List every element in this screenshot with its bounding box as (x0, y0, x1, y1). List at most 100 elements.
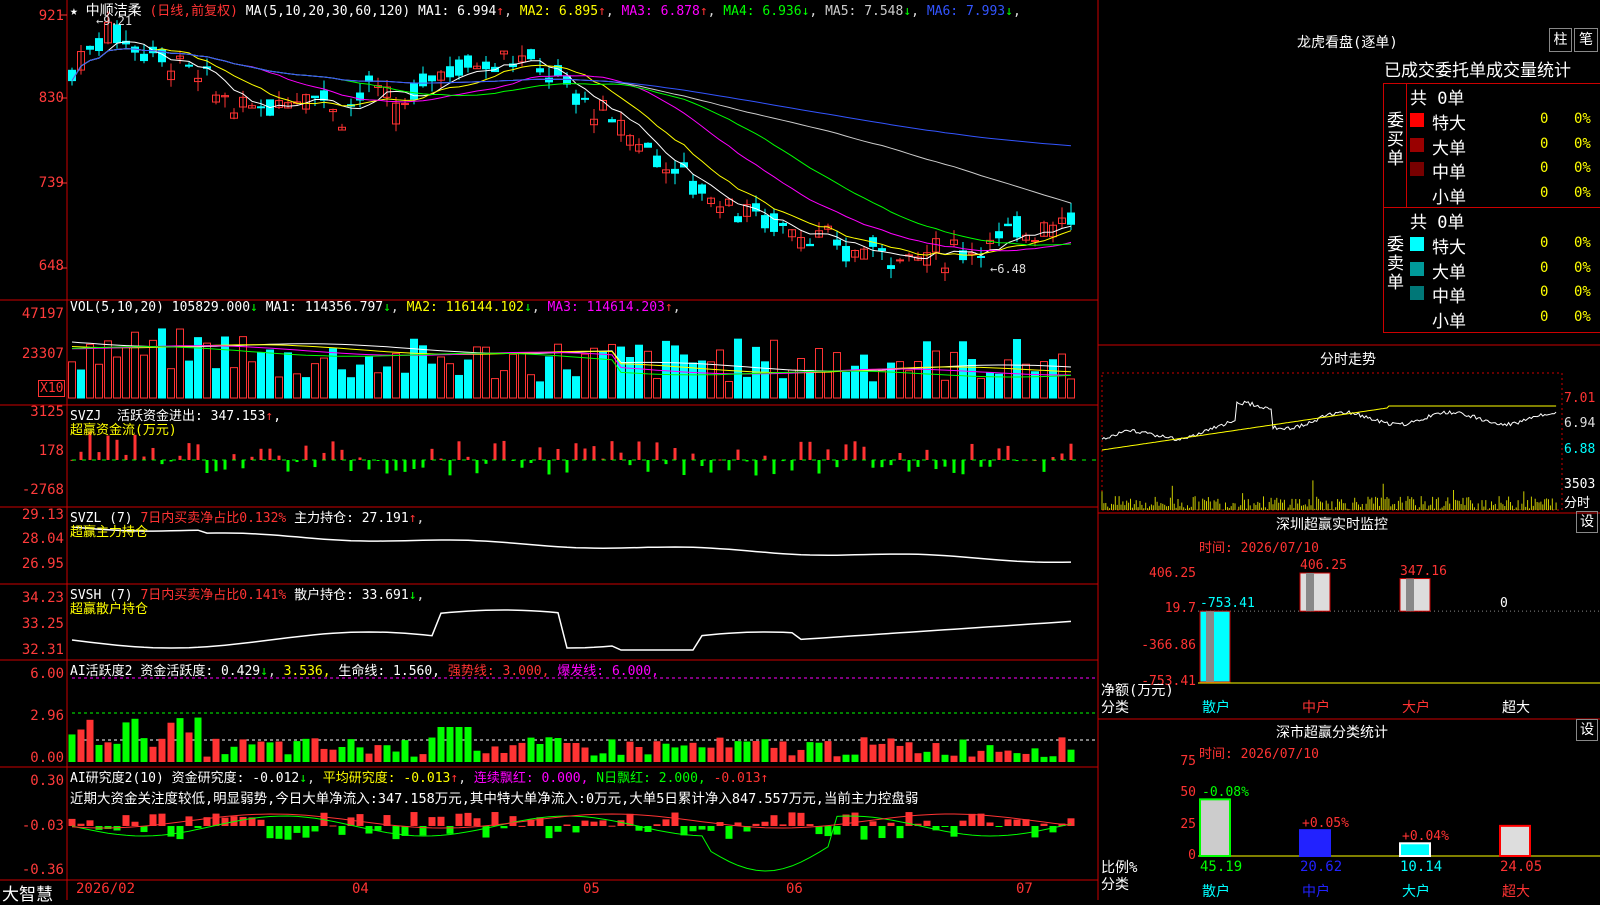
research-bar (761, 821, 769, 826)
order-count: 0 (1540, 184, 1549, 201)
flow-bar (124, 454, 128, 460)
candle-body (644, 142, 652, 148)
flow-bar (655, 442, 659, 460)
candle-body (1067, 212, 1075, 225)
research-bar (212, 813, 220, 826)
order-size-label: 大单 (1432, 262, 1466, 283)
research-bar (122, 815, 130, 826)
flow-bar (322, 452, 326, 460)
research-bar (896, 826, 904, 839)
volume-bar (896, 361, 904, 399)
research-bar (599, 820, 607, 826)
flow-bar (520, 460, 524, 468)
volume-bar (266, 349, 274, 399)
ai2-tick: -0.03 (21, 818, 64, 834)
research-bar (608, 825, 616, 827)
flow-bar (133, 434, 137, 460)
volume-bar (1049, 359, 1057, 399)
research-bar (518, 825, 526, 827)
ai2-tick: -0.36 (21, 862, 64, 878)
volume-bar (320, 357, 328, 399)
candle-body (977, 255, 985, 258)
flow-bar (187, 443, 191, 460)
activity-bar (1022, 753, 1030, 762)
activity-bar (815, 742, 823, 762)
flow-bar (196, 444, 200, 460)
activity-bar (995, 751, 1003, 762)
ma-label: MA1: (418, 4, 450, 19)
flow-bar (304, 445, 308, 460)
intraday-tick: 6.94 (1564, 416, 1596, 431)
flow-bar (853, 441, 857, 460)
volume-bar (383, 366, 391, 399)
activity-bar (1058, 737, 1066, 762)
research-bar (545, 826, 553, 839)
flow-bar (871, 460, 875, 468)
activity-bar (1004, 750, 1012, 762)
research-bar (779, 824, 787, 826)
research-bar (563, 824, 571, 826)
research-bar (1013, 819, 1021, 826)
order-count: 0 (1540, 284, 1549, 300)
activity-bar (509, 745, 517, 762)
research-bar (257, 819, 265, 826)
flow-bar (736, 449, 740, 460)
research-bar (788, 812, 796, 826)
activity-bar (203, 756, 211, 762)
activity-bar (212, 738, 220, 762)
ai1-header: AI活跃度2 资金活跃度: 0.429↓, 3.536, 生命线: 1.560,… (70, 664, 659, 679)
svzj-sub: 超赢资金流(万元) (70, 423, 177, 438)
sz-monitor-time: 时间: 2026/07/10 (1199, 541, 1319, 556)
intraday-price-line (1101, 400, 1557, 442)
flow-bar (268, 448, 272, 460)
monitor-category-label: 超大 (1502, 700, 1530, 716)
flow-bar (349, 460, 353, 471)
activity-bar (239, 739, 247, 762)
flow-bar (214, 460, 218, 472)
activity-bar (140, 738, 148, 762)
ma-label: MA4: (723, 4, 755, 19)
flow-bar (988, 460, 992, 467)
activity-bar (482, 753, 490, 762)
activity-bar (662, 743, 670, 762)
sz-stats-settings-button[interactable]: 设 (1576, 719, 1598, 741)
order-count: 0 (1540, 111, 1549, 127)
activity-bar (527, 737, 535, 762)
sz-monitor-tick: 19.7 (1164, 601, 1196, 616)
activity-bar (293, 741, 301, 762)
activity-bar (374, 745, 382, 762)
activity-bar (1067, 749, 1075, 762)
favorite-star-icon[interactable]: ★ (70, 4, 78, 19)
research-bar (968, 813, 976, 826)
activity-bar (635, 747, 643, 762)
date-label: 2026/02 (76, 881, 136, 897)
activity-bar (446, 727, 454, 762)
main-chart-canvas[interactable] (0, 0, 1600, 900)
research-bar (1040, 823, 1048, 826)
flow-bar (502, 440, 506, 460)
svzl-tick: 28.04 (21, 531, 64, 547)
activity-bar (419, 754, 427, 762)
volume-bar (464, 359, 472, 399)
flow-bar (556, 448, 560, 460)
pen-mode-button[interactable]: 笔 (1574, 28, 1598, 52)
volume-bar (779, 378, 787, 399)
volume-bar (455, 374, 463, 399)
bar-mode-button[interactable]: 柱 (1549, 28, 1572, 52)
research-bar (725, 826, 733, 839)
activity-bar (833, 756, 841, 762)
research-bar (284, 826, 292, 840)
research-bar (698, 826, 706, 830)
activity-bar (365, 753, 373, 762)
activity-bar (356, 747, 364, 762)
sz-monitor-settings-button[interactable]: 设 (1576, 511, 1598, 533)
svsh-tick: 34.23 (21, 590, 64, 606)
flow-bar (286, 460, 290, 472)
vol-ma-value: 114356.797 (297, 300, 384, 315)
legend-swatch (1410, 237, 1424, 251)
ai2-header: AI研究度2(10) 资金研究度: -0.012↓, 平均研究度: -0.013… (70, 771, 769, 786)
order-size-label: 中单 (1432, 287, 1466, 307)
period-label[interactable]: (日线,前复权) (149, 4, 237, 19)
flow-bar (340, 449, 344, 460)
volume-bar (149, 339, 157, 399)
